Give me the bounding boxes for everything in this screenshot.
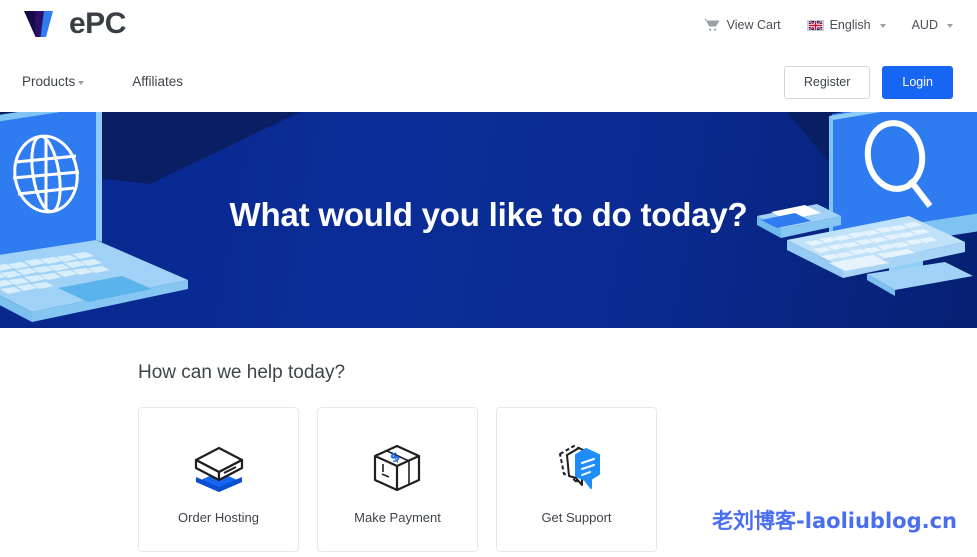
- auth-buttons: Register Login: [783, 66, 953, 99]
- login-button[interactable]: Login: [882, 66, 953, 99]
- server-box-icon: [188, 440, 250, 496]
- hero-banner: What would you like to do today?: [0, 112, 977, 328]
- nav-item-products[interactable]: Products: [22, 74, 85, 89]
- nav-products-label: Products: [22, 74, 76, 89]
- page-root: ePC View Cart English AUD Products Affil…: [0, 0, 977, 557]
- register-button[interactable]: Register: [783, 66, 871, 99]
- chevron-down-icon: [947, 24, 953, 28]
- language-selector[interactable]: English: [806, 18, 886, 32]
- uk-flag-icon: [806, 19, 824, 31]
- hero-title: What would you like to do today?: [229, 196, 748, 233]
- help-cards: Order Hosting $ Make Payment Get Support: [138, 407, 675, 552]
- chat-bubbles-icon: [546, 440, 608, 496]
- nav-links: Products Affiliates: [22, 74, 231, 89]
- help-section-title: How can we help today?: [138, 362, 346, 383]
- chevron-down-icon: [879, 24, 886, 28]
- view-cart-link[interactable]: View Cart: [704, 18, 781, 32]
- language-label: English: [829, 18, 871, 32]
- view-cart-label: View Cart: [726, 18, 781, 32]
- card-make-payment[interactable]: $ Make Payment: [317, 407, 478, 552]
- card-label: Order Hosting: [178, 510, 259, 525]
- card-order-hosting[interactable]: Order Hosting: [138, 407, 299, 552]
- card-label: Get Support: [541, 510, 612, 525]
- currency-label: AUD: [911, 18, 938, 32]
- package-dollar-icon: $: [367, 440, 429, 496]
- watermark: 老刘博客-laoliublog.cn: [712, 509, 957, 533]
- chevron-down-icon: [78, 80, 85, 85]
- nav-item-affiliates[interactable]: Affiliates: [132, 74, 183, 89]
- uk-flag-svg: [806, 19, 824, 31]
- cart-icon: [704, 18, 721, 32]
- card-label: Make Payment: [354, 510, 441, 525]
- currency-selector[interactable]: AUD: [912, 18, 953, 32]
- utility-bar: View Cart English AUD: [0, 0, 977, 50]
- card-get-support[interactable]: Get Support: [496, 407, 657, 552]
- nav-affiliates-label: Affiliates: [132, 74, 184, 89]
- main-navigation: Products Affiliates Register Login: [0, 56, 977, 112]
